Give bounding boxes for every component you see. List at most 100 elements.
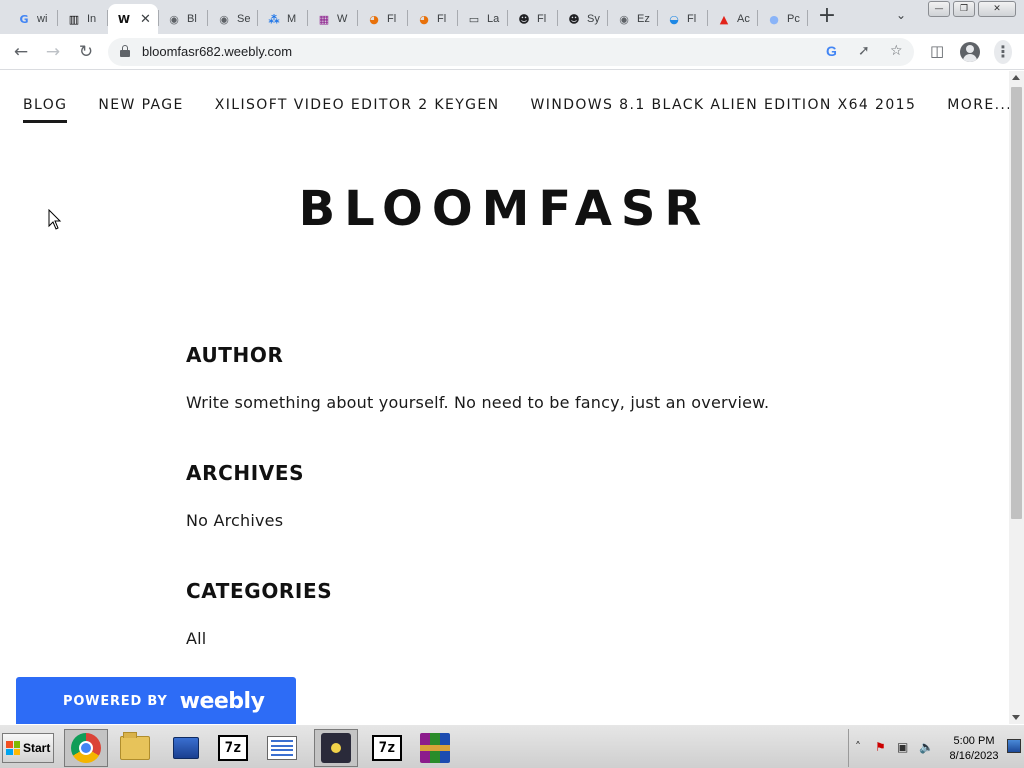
browser-tab-0[interactable]: Gwi bbox=[8, 4, 56, 34]
show-hidden-icons-chevron-icon[interactable]: ˄ bbox=[855, 740, 861, 754]
categories-heading: CATEGORIES bbox=[186, 579, 333, 603]
browser-tab-7[interactable]: ◕ Fl bbox=[358, 4, 406, 34]
author-heading: AUTHOR bbox=[186, 343, 284, 367]
lock-icon[interactable] bbox=[120, 45, 130, 57]
tab-title: W bbox=[337, 13, 348, 25]
mouse-cursor-icon bbox=[48, 209, 62, 230]
network-computer-icon bbox=[173, 737, 199, 759]
bookmark-star-icon[interactable]: ☆ bbox=[890, 43, 903, 59]
browser-tab-6[interactable]: ▦ W bbox=[308, 4, 356, 34]
tab-title: Sy bbox=[587, 13, 600, 25]
tab-title: Bl bbox=[187, 13, 197, 25]
browser-tab-1[interactable]: ▥ In bbox=[58, 4, 106, 34]
alien-icon: ☻ bbox=[518, 12, 530, 26]
browser-tab-14[interactable]: ▲ Ac bbox=[708, 4, 756, 34]
taskbar-cat-app[interactable] bbox=[314, 729, 358, 767]
start-button[interactable]: Start bbox=[2, 733, 54, 763]
browser-tab-9[interactable]: ▭ La bbox=[458, 4, 506, 34]
network-status-icon[interactable]: ▣ bbox=[897, 740, 908, 754]
scroll-up-arrow-icon[interactable] bbox=[1012, 75, 1020, 80]
laptop-icon: ▭ bbox=[468, 12, 480, 26]
tab-title: Fl bbox=[437, 13, 447, 25]
taskbar-chrome[interactable] bbox=[64, 729, 108, 767]
nav-item-windows-81[interactable]: WINDOWS 8.1 BLACK ALIEN EDITION X64 2015 bbox=[531, 97, 917, 121]
google-translate-icon[interactable]: G bbox=[826, 43, 837, 59]
powered-by-label: POWERED BY bbox=[63, 693, 168, 709]
clock-date: 8/16/2023 bbox=[949, 750, 999, 762]
site-navigation: BLOG NEW PAGE XILISOFT VIDEO EDITOR 2 KE… bbox=[23, 97, 1009, 123]
url-text[interactable]: bloomfasr682.weebly.com bbox=[142, 44, 292, 59]
alien-icon: ☻ bbox=[568, 12, 580, 26]
browser-tab-5[interactable]: ⁂ M bbox=[258, 4, 306, 34]
profile-avatar-icon[interactable] bbox=[960, 42, 980, 62]
minimize-window-button[interactable]: — bbox=[928, 1, 950, 17]
action-center-flag-icon[interactable]: ⚑ bbox=[875, 740, 886, 754]
address-bar[interactable]: bloomfasr682.weebly.com G ➚ ☆ bbox=[108, 38, 914, 66]
molecule-icon: ⁂ bbox=[268, 12, 280, 26]
browser-tab-2[interactable]: W ✕ bbox=[108, 4, 158, 34]
category-link-all[interactable]: All bbox=[186, 629, 826, 648]
powered-by-weebly-badge[interactable]: POWERED BY weebly bbox=[16, 677, 296, 724]
browser-tab-11[interactable]: ☻ Sy bbox=[558, 4, 606, 34]
tab-title: Fl bbox=[537, 13, 547, 25]
tab-title: Ac bbox=[737, 13, 750, 25]
browser-tab-4[interactable]: ◉ Se bbox=[208, 4, 256, 34]
vertical-scrollbar[interactable] bbox=[1009, 71, 1024, 724]
nav-item-xilisoft[interactable]: XILISOFT VIDEO EDITOR 2 KEYGEN bbox=[215, 97, 500, 121]
sidebar: AUTHOR Write something about yourself. N… bbox=[186, 343, 826, 697]
restore-window-button[interactable]: ❐ bbox=[953, 1, 975, 17]
taskbar-file-explorer[interactable] bbox=[113, 729, 157, 767]
volume-muted-icon[interactable]: 🔈 bbox=[919, 740, 934, 754]
browser-tab-8[interactable]: ◕ Fl bbox=[408, 4, 456, 34]
browser-menu-icon[interactable]: ⋮ bbox=[994, 40, 1012, 64]
adobe-icon: ▲ bbox=[719, 12, 729, 26]
browser-tab-12[interactable]: ◉ Ez bbox=[608, 4, 656, 34]
back-arrow-icon[interactable]: ← bbox=[10, 41, 32, 63]
start-label: Start bbox=[23, 741, 51, 755]
author-section: AUTHOR Write something about yourself. N… bbox=[186, 343, 826, 461]
globe-icon: ◉ bbox=[219, 12, 229, 26]
7zip-icon: 7z bbox=[218, 735, 248, 761]
clock-time: 5:00 PM bbox=[953, 735, 995, 747]
taskbar-7zip-1[interactable]: 7z bbox=[211, 729, 255, 767]
browser-tab-13[interactable]: ◒ Fl bbox=[658, 4, 706, 34]
weebly-w-icon: W bbox=[117, 12, 131, 26]
winrar-icon bbox=[420, 733, 450, 763]
tab-search-chevron-icon[interactable]: ⌄ bbox=[896, 8, 906, 22]
site-title[interactable]: BLOOMFASR bbox=[0, 181, 1009, 237]
close-window-button[interactable]: ✕ bbox=[978, 1, 1016, 17]
side-panel-icon[interactable]: ◫ bbox=[930, 42, 944, 60]
archives-section: ARCHIVES No Archives bbox=[186, 461, 826, 579]
forward-arrow-icon[interactable]: → bbox=[42, 41, 64, 63]
nav-item-more[interactable]: MORE... bbox=[947, 97, 1009, 121]
tab-strip: Gwi ▥ In W ✕ ◉ Bl ◉ Se ⁂ M ▦ W ◕ Fl ◕ Fl ▭ La ☻ Fl ☻ Sy ◉ Ez ◒ Fl ▲… bbox=[0, 0, 1024, 34]
nav-item-new-page[interactable]: NEW PAGE bbox=[98, 97, 183, 121]
share-icon[interactable]: ➚ bbox=[858, 43, 870, 59]
scrollbar-thumb[interactable] bbox=[1011, 87, 1022, 519]
reload-icon[interactable]: ↻ bbox=[75, 41, 97, 63]
taskbar-7zip-2[interactable]: 7z bbox=[365, 729, 409, 767]
scroll-down-arrow-icon[interactable] bbox=[1012, 715, 1020, 720]
taskbar-clock[interactable]: 5:00 PM 8/16/2023 bbox=[943, 734, 1005, 764]
system-tray: ˄ ⚑ ▣ 🔈 5:00 PM 8/16/2023 bbox=[848, 729, 1022, 767]
show-desktop-icon[interactable] bbox=[1007, 739, 1021, 753]
taskbar-network[interactable] bbox=[164, 729, 208, 767]
close-tab-icon[interactable]: ✕ bbox=[140, 12, 151, 27]
archives-text: No Archives bbox=[186, 511, 284, 530]
browser-tab-3[interactable]: ◉ Bl bbox=[158, 4, 206, 34]
tab-title: Se bbox=[237, 13, 251, 25]
new-tab-button[interactable]: + bbox=[816, 5, 838, 28]
7zip-icon: 7z bbox=[372, 735, 402, 761]
taskbar-winrar[interactable] bbox=[413, 729, 457, 767]
browser-tab-15[interactable]: ● Pc bbox=[758, 4, 806, 34]
pizza-icon: ◕ bbox=[369, 12, 379, 26]
browser-toolbar: ← → ↻ bloomfasr682.weebly.com G ➚ ☆ ◫ ⋮ bbox=[0, 34, 1024, 70]
browser-tab-10[interactable]: ☻ Fl bbox=[508, 4, 556, 34]
tab-title: Ez bbox=[637, 13, 650, 25]
nav-item-blog[interactable]: BLOG bbox=[23, 97, 68, 123]
taskbar-list-app[interactable] bbox=[260, 729, 304, 767]
google-icon: G bbox=[19, 12, 29, 26]
author-text: Write something about yourself. No need … bbox=[186, 393, 770, 412]
winrar-icon: ▦ bbox=[318, 12, 330, 26]
swirl-icon: ◒ bbox=[669, 12, 679, 26]
